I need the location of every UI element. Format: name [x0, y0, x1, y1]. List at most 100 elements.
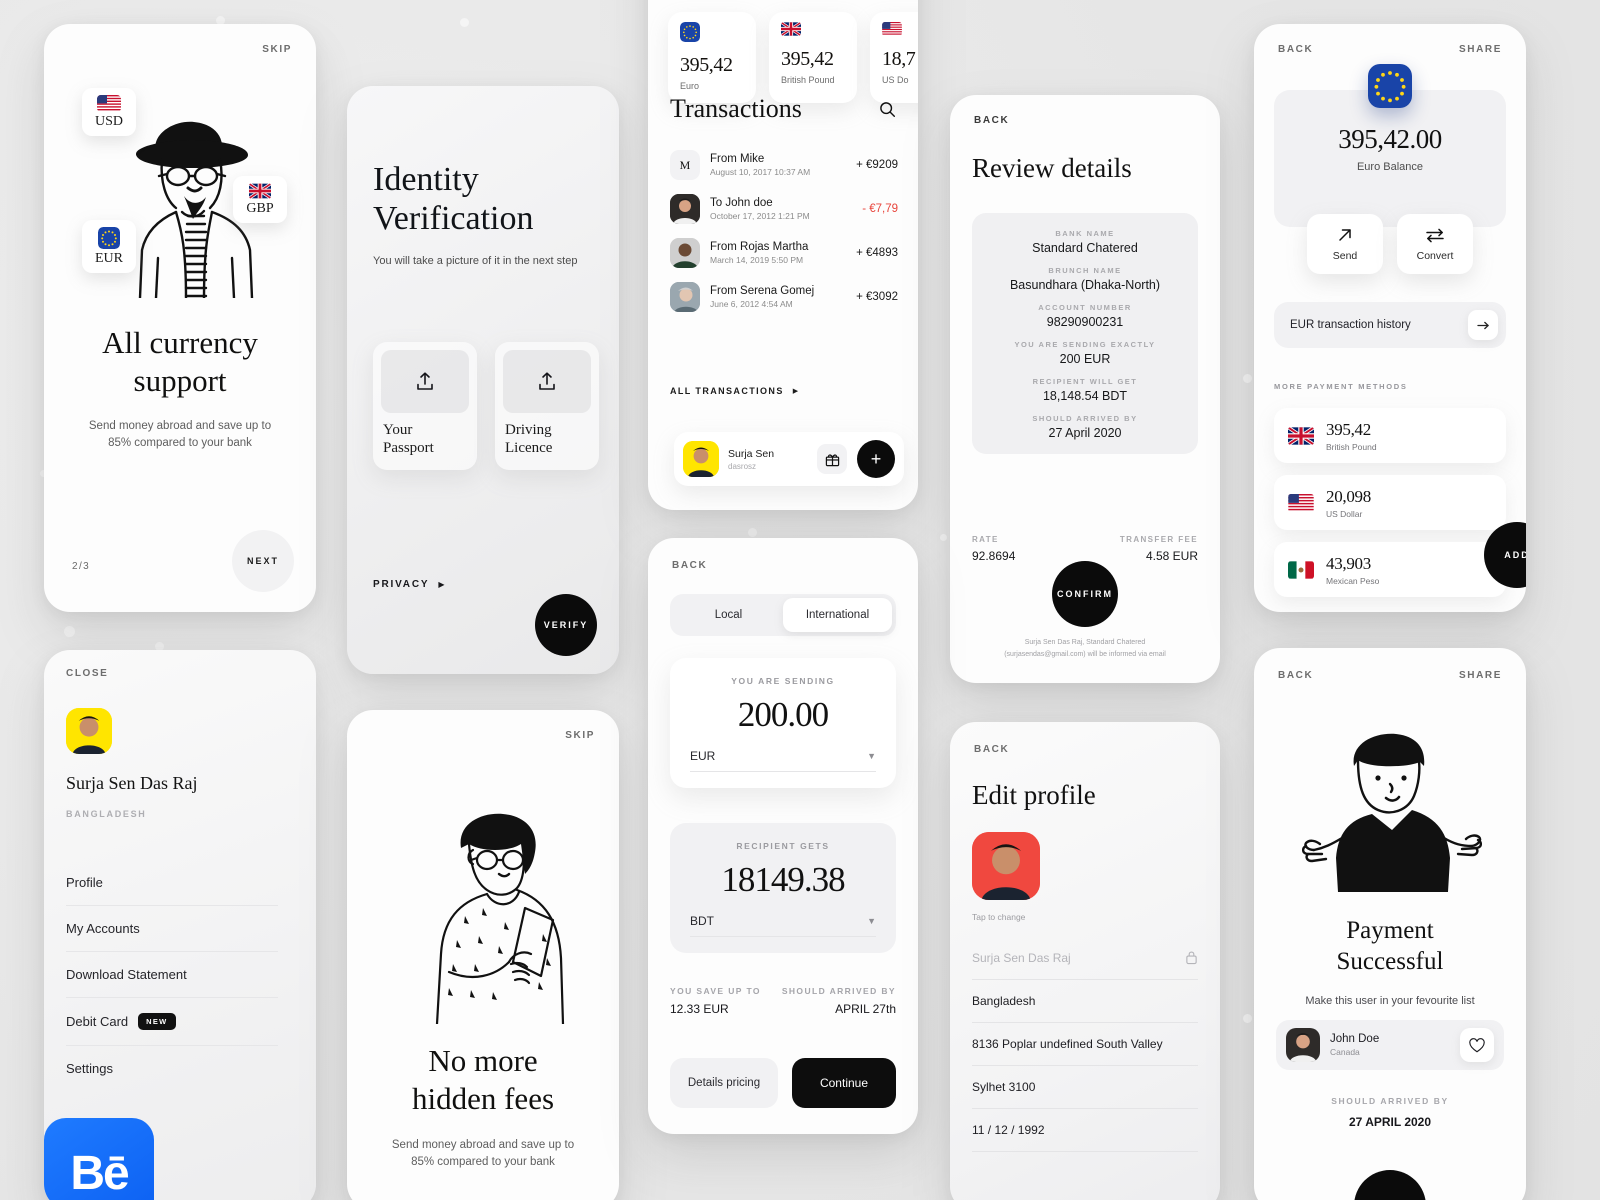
search-icon[interactable] [879, 101, 896, 118]
avatar[interactable] [972, 832, 1040, 900]
avatar [670, 194, 700, 224]
list-item[interactable]: 43,903 Mexican Peso [1274, 542, 1506, 597]
eu-flag-icon [98, 227, 120, 249]
recipient-currency-select[interactable]: BDT ▼ [690, 914, 876, 937]
identity-subtitle: You will take a picture of it in the nex… [373, 254, 578, 267]
tab-international[interactable]: International [783, 598, 892, 632]
heart-icon[interactable] [1460, 1028, 1494, 1062]
table-row[interactable]: From Rojas Martha March 14, 2019 5:50 PM… [670, 238, 898, 268]
success-title-line2: Successful [1336, 947, 1444, 975]
transactions-title: Transactions [670, 94, 802, 123]
back-button[interactable]: BACK [1278, 44, 1313, 55]
quick-user-name: Surja Sen [728, 447, 775, 460]
skip-button[interactable]: SKIP [565, 730, 595, 741]
back-button[interactable]: BACK [974, 744, 1009, 755]
bg-dot [64, 626, 75, 637]
tab-local[interactable]: Local [674, 598, 783, 632]
plus-icon[interactable]: + [857, 440, 895, 478]
country-field[interactable]: Bangladesh [972, 980, 1198, 1023]
sending-currency-select[interactable]: EUR ▼ [690, 749, 876, 772]
privacy-link[interactable]: PRIVACY ▶ [373, 579, 444, 590]
currency-chip-eur[interactable]: EUR [82, 220, 136, 273]
currency-card-amount: 395,42 [781, 48, 834, 70]
convert-button[interactable]: Convert [1397, 214, 1473, 274]
city-field[interactable]: Sylhet 3100 [972, 1066, 1198, 1109]
menu-item-profile[interactable]: Profile [66, 860, 278, 906]
screen-euro-balance: BACK SHARE 395,42.00 Euro Balance Send C… [1254, 24, 1526, 612]
menu-item-settings[interactable]: Settings [66, 1046, 278, 1091]
us-flag-icon [97, 95, 121, 112]
name-field[interactable]: Surja Sen Das Raj [972, 936, 1198, 980]
send-button[interactable]: Send [1307, 214, 1383, 274]
favourite-user-row[interactable]: John Doe Canada [1276, 1020, 1504, 1070]
table-row[interactable]: To John doe October 17, 2012 1:21 PM - €… [670, 194, 898, 224]
share-button[interactable]: SHARE [1459, 44, 1502, 55]
continue-button[interactable]: Continue [792, 1058, 896, 1108]
eur-transaction-history-row[interactable]: EUR transaction history [1274, 302, 1506, 348]
list-item[interactable]: 20,098 US Dollar [1274, 475, 1506, 530]
all-transactions-link[interactable]: ALL TRANSACTIONS ▶ [670, 386, 798, 396]
hidden-fees-text-block: No more hidden fees Send money abroad an… [363, 1042, 603, 1171]
field-value: 98290900231 [1046, 315, 1124, 329]
currency-chip-usd[interactable]: USD [82, 88, 136, 136]
screen-hidden-fees: SKIP No more hidden fees Send money abro… [347, 710, 619, 1200]
identity-title-line1: Identity [373, 161, 479, 198]
upload-icon-wrap [503, 350, 591, 413]
currency-card-eur[interactable]: 395,42 Euro [668, 12, 756, 103]
currency-card-gbp[interactable]: 395,42 British Pound [769, 12, 857, 103]
upload-passport-card[interactable]: Your Passport [373, 342, 477, 470]
table-row[interactable]: From Serena Gomej June 6, 2012 4:54 AM +… [670, 282, 898, 312]
avatar[interactable] [66, 708, 112, 754]
avatar [670, 282, 700, 312]
currency-card-usd[interactable]: 18,7 US Do [870, 12, 918, 103]
back-button[interactable]: BACK [672, 560, 707, 571]
identity-heading-block: Identity Verification You will take a pi… [373, 160, 597, 267]
method-amount: 43,903 [1326, 553, 1371, 573]
chevron-right-icon: ▶ [438, 580, 445, 589]
transaction-name: From Mike [710, 153, 765, 165]
details-pricing-button[interactable]: Details pricing [670, 1058, 778, 1108]
chevron-down-icon: ▼ [867, 916, 876, 926]
menu-item-debit-card[interactable]: Debit Card NEW [66, 998, 278, 1046]
next-button[interactable]: NEXT [232, 530, 294, 592]
shrugging-man-illustration [1302, 733, 1482, 892]
currency-chip-gbp[interactable]: GBP [233, 176, 287, 223]
back-button[interactable]: BACK [1278, 670, 1313, 681]
confirm-button[interactable]: CONFIRM [1052, 561, 1118, 627]
recipient-currency: BDT [690, 914, 714, 928]
dob-field[interactable]: 11 / 12 / 1992 [972, 1109, 1198, 1152]
sending-value[interactable]: 200.00 [690, 695, 876, 735]
currency-cards-strip: 395,42 Euro 395,42 British Pound 18,7 US… [668, 12, 918, 103]
field-value: 27 April 2020 [1048, 426, 1122, 440]
back-button[interactable]: BACK [974, 115, 1009, 126]
euro-topbar: BACK SHARE [1278, 44, 1502, 55]
currency-card-amount: 395,42 [680, 54, 733, 76]
arrive-block: SHOULD ARRIVED BY APRIL 27th [782, 986, 896, 1016]
screen-transactions: 395,42 Euro 395,42 British Pound 18,7 US… [648, 0, 918, 510]
identity-upload-options: Your Passport Driving Licence [373, 342, 599, 470]
quick-send-user-card[interactable]: Surja Sen dasrosz + [674, 432, 904, 486]
drawer-menu-list: Profile My Accounts Download Statement D… [66, 860, 278, 1091]
verify-button[interactable]: VERIFY [535, 594, 597, 656]
skip-button[interactable]: SKIP [262, 44, 292, 55]
address-field[interactable]: 8136 Poplar undefined South Valley [972, 1023, 1198, 1066]
arrow-right-icon[interactable] [1468, 310, 1498, 340]
avatar: M [670, 150, 700, 180]
recipient-value[interactable]: 18149.38 [690, 860, 876, 900]
field-key: YOU ARE SENDING EXACTLY [1014, 340, 1156, 349]
menu-item-download-statement[interactable]: Download Statement [66, 952, 278, 998]
hidden-fees-title-line1: No more [428, 1043, 538, 1078]
list-item[interactable]: 395,42 British Pound [1274, 408, 1506, 463]
upload-licence-card[interactable]: Driving Licence [495, 342, 599, 470]
menu-item-label: Download Statement [66, 967, 187, 982]
arrive-key: SHOULD ARRIVED BY [781, 986, 896, 996]
close-button[interactable]: CLOSE [66, 668, 108, 679]
share-button[interactable]: SHARE [1459, 670, 1502, 681]
onboarding-title-line1: All currency [102, 325, 258, 360]
primary-action-button[interactable] [1354, 1170, 1426, 1200]
menu-item-my-accounts[interactable]: My Accounts [66, 906, 278, 952]
gift-icon[interactable] [817, 444, 847, 474]
table-row[interactable]: M From Mike August 10, 2017 10:37 AM + €… [670, 150, 898, 180]
balance-amount: 395,42.00 [1338, 124, 1442, 154]
avatar-photo [1286, 1028, 1320, 1062]
